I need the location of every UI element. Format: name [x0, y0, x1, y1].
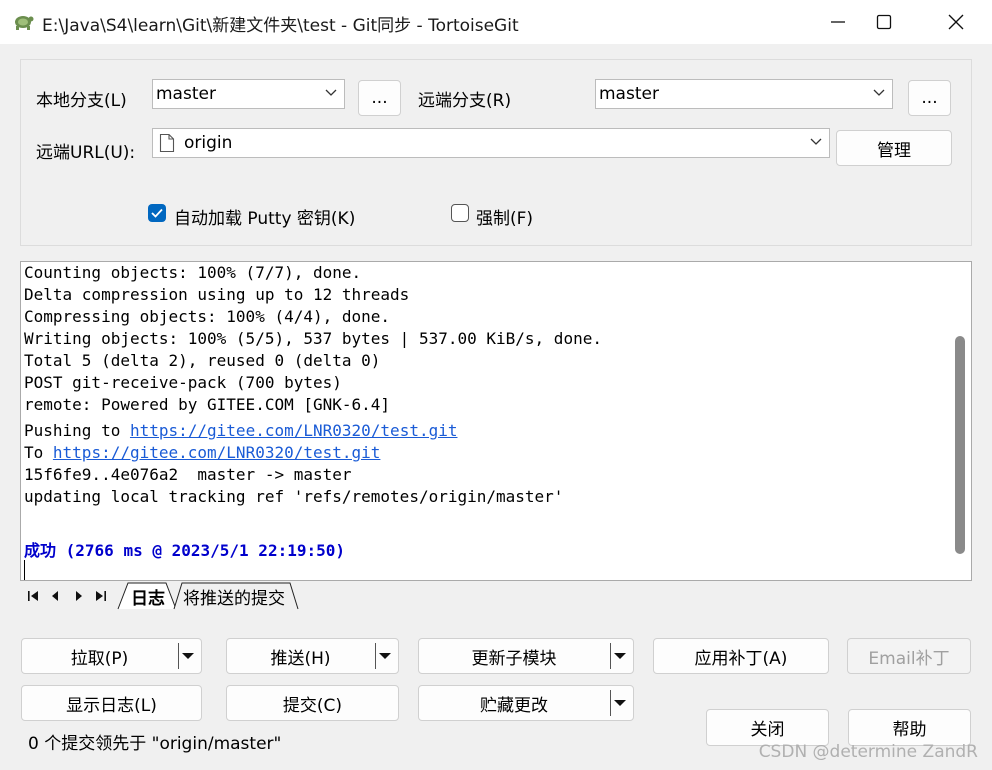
pull-button[interactable]: 拉取(P): [22, 639, 177, 673]
first-page-icon[interactable]: [26, 589, 40, 603]
force-checkbox[interactable]: [451, 204, 469, 222]
tab-commits-to-push[interactable]: 将推送的提交: [178, 581, 290, 611]
remote-url-label: 远端URL(U):: [36, 143, 136, 163]
manage-remotes-button[interactable]: 管理: [836, 130, 952, 166]
log-line-refs: 15f6fe9..4e076a2 master -> master: [24, 465, 352, 484]
title-bar: E:\Java\S4\learn\Git\新建文件夹\test - Git同步 …: [0, 0, 992, 44]
close-window-button[interactable]: [925, 0, 987, 44]
remote-url-combo[interactable]: origin: [152, 128, 830, 158]
update-submodules-button[interactable]: 更新子模块: [419, 639, 609, 673]
pushing-url-link[interactable]: https://gitee.com/LNR0320/test.git: [130, 421, 458, 440]
log-line: Total 5 (delta 2), reused 0 (delta 0): [24, 351, 381, 370]
success-detail: (2766 ms @ 2023/5/1 22:19:50): [56, 541, 345, 560]
stash-dropdown[interactable]: [607, 686, 633, 720]
remote-branch-label: 远端分支(R): [418, 91, 512, 111]
local-branch-combo[interactable]: master: [152, 79, 345, 109]
autoload-putty-label: 自动加载 Putty 密钥(K): [174, 209, 356, 229]
dropdown-arrow-icon: [379, 653, 391, 659]
minimize-icon: [831, 21, 845, 23]
chevron-down-icon: [325, 89, 337, 96]
email-patch-button[interactable]: Email补丁: [847, 638, 971, 674]
window-title: E:\Java\S4\learn\Git\新建文件夹\test - Git同步 …: [42, 16, 519, 36]
log-scrollbar-thumb[interactable]: [955, 336, 965, 554]
push-split-button[interactable]: 推送(H): [226, 638, 399, 674]
log-line: remote: Powered by GITEE.COM [GNK-6.4]: [24, 395, 391, 414]
watermark: CSDN @determine ZandR: [758, 742, 978, 762]
previous-page-icon[interactable]: [48, 589, 62, 603]
log-line-pushing: Pushing to https://gitee.com/LNR0320/tes…: [24, 421, 457, 440]
maximize-icon: [876, 14, 892, 30]
browse-remote-branch-button[interactable]: ...: [908, 80, 951, 116]
chevron-down-icon: [873, 89, 885, 96]
to-url-link[interactable]: https://gitee.com/LNR0320/test.git: [53, 443, 381, 462]
checkmark-icon: [151, 208, 163, 218]
show-log-button[interactable]: 显示日志(L): [21, 685, 202, 721]
document-icon: [159, 133, 175, 153]
autoload-putty-checkbox[interactable]: [148, 204, 166, 222]
stash-button[interactable]: 贮藏更改: [419, 686, 609, 720]
log-line-to: To https://gitee.com/LNR0320/test.git: [24, 443, 380, 462]
last-page-icon[interactable]: [94, 589, 108, 603]
pull-dropdown[interactable]: [175, 639, 201, 673]
log-output[interactable]: Counting objects: 100% (7/7), done. Delta…: [20, 261, 972, 581]
close-button[interactable]: 关闭: [706, 709, 829, 746]
text-caret: [24, 560, 25, 580]
commit-button[interactable]: 提交(C): [226, 685, 399, 721]
maximize-button[interactable]: [853, 0, 915, 44]
browse-local-branch-button[interactable]: ...: [358, 80, 401, 116]
log-line: Compressing objects: 100% (4/4), done.: [24, 307, 391, 326]
help-button[interactable]: 帮助: [848, 709, 971, 746]
next-page-icon[interactable]: [72, 589, 86, 603]
chevron-down-icon: [810, 138, 822, 145]
dropdown-arrow-icon: [614, 700, 626, 706]
update-submodules-split-button[interactable]: 更新子模块: [418, 638, 634, 674]
tortoise-icon: [15, 16, 34, 30]
local-branch-value: master: [156, 84, 216, 104]
status-text: 0 个提交领先于 "origin/master": [28, 734, 282, 754]
success-word: 成功: [24, 541, 57, 560]
push-dropdown[interactable]: [372, 639, 398, 673]
remote-branch-value: master: [599, 84, 659, 104]
to-prefix: To: [24, 443, 53, 462]
update-submodules-dropdown[interactable]: [607, 639, 633, 673]
log-success-line: 成功 (2766 ms @ 2023/5/1 22:19:50): [24, 537, 345, 561]
stash-split-button[interactable]: 贮藏更改: [418, 685, 634, 721]
apply-patch-button[interactable]: 应用补丁(A): [653, 638, 829, 674]
pull-split-button[interactable]: 拉取(P): [21, 638, 202, 674]
remote-branch-combo[interactable]: master: [595, 79, 893, 109]
log-line: Counting objects: 100% (7/7), done.: [24, 263, 362, 282]
log-scrollbar[interactable]: [953, 262, 965, 580]
log-line-tracking: updating local tracking ref 'refs/remote…: [24, 487, 564, 506]
push-button[interactable]: 推送(H): [227, 639, 374, 673]
log-line: Writing objects: 100% (5/5), 537 bytes |…: [24, 329, 602, 348]
log-tab-bar: 日志 将推送的提交: [20, 581, 972, 611]
close-icon: [948, 14, 964, 30]
dropdown-arrow-icon: [614, 653, 626, 659]
local-branch-label: 本地分支(L): [36, 91, 127, 111]
force-label: 强制(F): [476, 209, 534, 229]
pushing-prefix: Pushing to: [24, 421, 130, 440]
log-line: POST git-receive-pack (700 bytes): [24, 373, 342, 392]
tab-log[interactable]: 日志: [126, 581, 170, 611]
remote-url-value: origin: [184, 133, 233, 153]
dropdown-arrow-icon: [182, 653, 194, 659]
log-line: Delta compression using up to 12 threads: [24, 285, 410, 304]
